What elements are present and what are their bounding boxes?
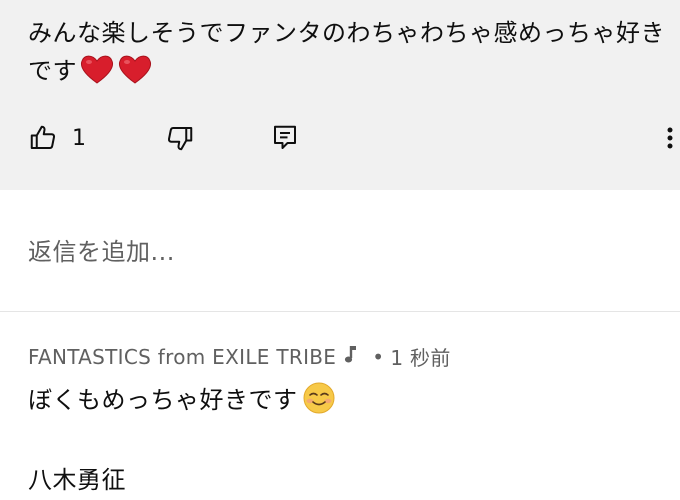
- music-note-icon: [344, 344, 358, 369]
- comment-text-block: みんな楽しそうでファンタのわちゃわちゃ感めっちゃ好きです: [28, 14, 668, 90]
- add-reply-input[interactable]: 返信を追加...: [28, 232, 628, 272]
- more-vert-icon: [667, 127, 673, 149]
- reply-text-line: ぼくもめっちゃ好きです: [28, 380, 336, 415]
- red-heart-icon: [80, 55, 114, 84]
- reply-item: FANTASTICS from EXILE TRIBE • 1 秒前 ぼくもめっ…: [0, 312, 680, 500]
- reply-text: ぼくもめっちゃ好きです: [28, 386, 298, 414]
- more-options-button[interactable]: [660, 116, 680, 160]
- dislike-button[interactable]: [165, 116, 195, 160]
- smiling-face-icon: [303, 382, 334, 413]
- reply-author[interactable]: FANTASTICS from EXILE TRIBE: [28, 345, 336, 369]
- separator-dot: •: [372, 344, 385, 369]
- reply-signature: 八木勇征: [28, 466, 126, 494]
- reply-timestamp: 1 秒前: [390, 346, 451, 370]
- reply-comment-icon: [274, 125, 296, 149]
- red-heart-icon: [118, 55, 152, 84]
- thumbs-up-icon: [30, 125, 56, 149]
- reply-header: FANTASTICS from EXILE TRIBE • 1 秒前: [28, 342, 451, 371]
- comment-actions: 1: [0, 116, 680, 160]
- like-count: 1: [72, 125, 86, 151]
- thumbs-down-icon: [167, 127, 193, 151]
- reply-button[interactable]: [270, 116, 300, 160]
- like-button[interactable]: 1: [28, 116, 86, 160]
- comment-card: みんな楽しそうでファンタのわちゃわちゃ感めっちゃ好きです 1: [0, 0, 680, 190]
